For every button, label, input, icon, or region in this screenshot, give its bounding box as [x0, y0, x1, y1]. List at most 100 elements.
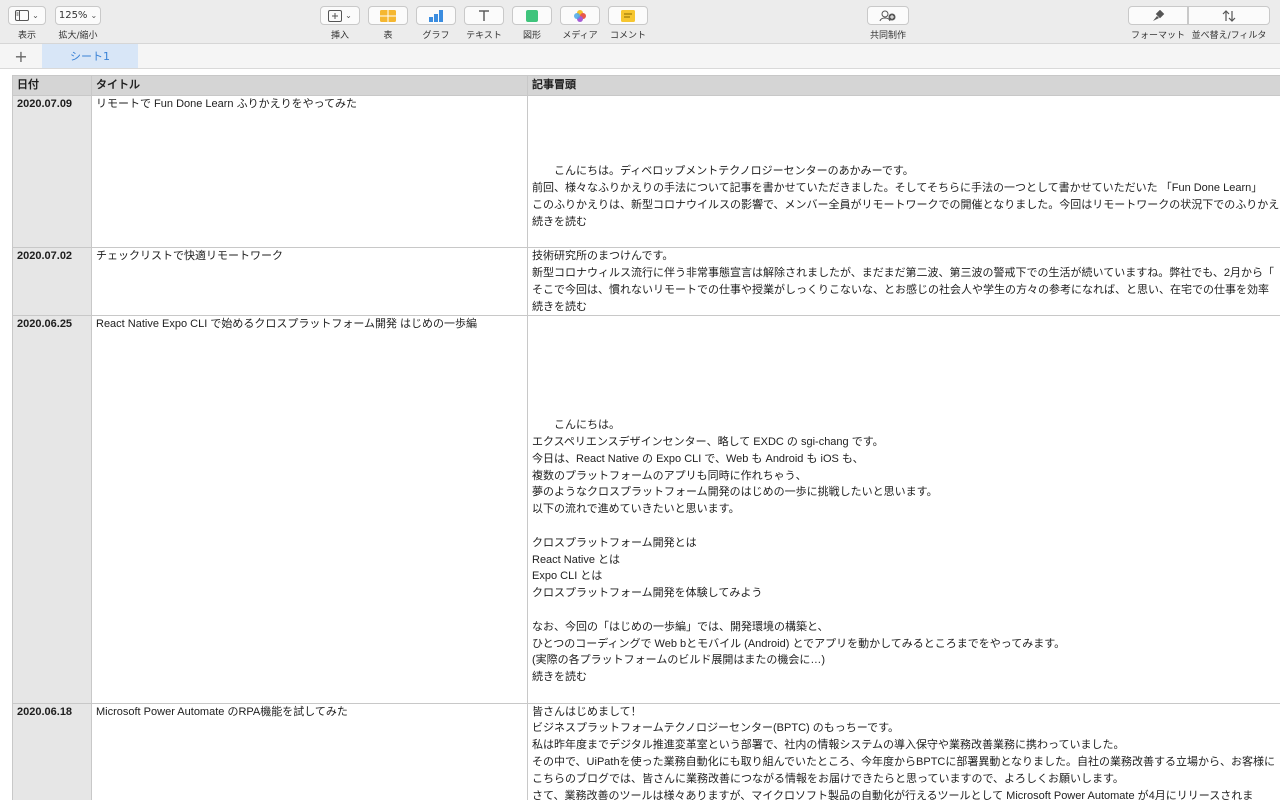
sort-arrows-icon	[1222, 9, 1236, 22]
data-table: 日付 タイトル 記事冒頭 2020.07.09 リモートで Fun Done Le…	[12, 75, 1280, 800]
header-excerpt[interactable]: 記事冒頭	[527, 75, 1280, 96]
excerpt-line	[532, 602, 1280, 619]
media-photos-icon	[574, 9, 586, 22]
excerpt-line	[532, 146, 1280, 163]
comment-control[interactable]: コメント	[608, 6, 648, 41]
cell-date[interactable]: 2020.07.09	[12, 94, 92, 249]
cell-excerpt[interactable]: こんにちは。エクスペリエンスデザインセンター、略して EXDC の sgi-ch…	[527, 315, 1280, 704]
cell-date[interactable]: 2020.06.18	[12, 702, 92, 800]
excerpt-line: エクスペリエンスデザインセンター、略して EXDC の sgi-chang です…	[532, 435, 884, 448]
sort-filter-button[interactable]	[1188, 6, 1270, 25]
excerpt-line	[532, 333, 1280, 350]
insert-plus-icon	[328, 9, 343, 22]
excerpt-line: さて、業務改善のツールは様々ありますが、マイクロソフト製品の自動化が行えるツール…	[532, 789, 1254, 800]
excerpt-line: こんにちは。	[532, 419, 620, 432]
header-date[interactable]: 日付	[12, 75, 92, 96]
media-button[interactable]	[560, 6, 600, 25]
zoom-value: 125%	[58, 10, 88, 21]
cell-date[interactable]: 2020.06.25	[12, 315, 92, 704]
zoom-select[interactable]: 125% ⌄	[55, 6, 101, 25]
chevron-down-icon: ⌄	[345, 11, 352, 20]
cell-title[interactable]: React Native Expo CLI で始めるクロスプラットフォーム開発 …	[91, 315, 528, 704]
text-button[interactable]	[464, 6, 504, 25]
excerpt-line	[532, 130, 1280, 147]
zoom-control[interactable]: 125% ⌄ 拡大/縮小	[55, 6, 101, 41]
tab-sheet1[interactable]: シート1	[42, 44, 138, 68]
sort-filter-label: 並べ替え/フィルタ	[1191, 31, 1267, 41]
format-control[interactable]: フォーマット	[1128, 6, 1188, 41]
media-control[interactable]: メディア	[560, 6, 600, 41]
excerpt-line: 私は昨年度までデジタル推進変革室という部署で、社内の情報システムの導入保守や業務…	[532, 739, 1125, 752]
excerpt-line: こちらのブログでは、皆さんに業務改善につながる情報をお届けできたらと思っています…	[532, 772, 1124, 785]
table-control[interactable]: 表	[368, 6, 408, 41]
header-title[interactable]: タイトル	[91, 75, 528, 96]
excerpt-line	[532, 113, 1280, 130]
shape-control[interactable]: 図形	[512, 6, 552, 41]
table-row: 2020.07.02 チェックリストで快適リモートワーク 技術研究所のまつけんです。…	[12, 247, 1280, 317]
text-icon	[479, 9, 489, 21]
format-label: フォーマット	[1130, 31, 1185, 41]
cell-excerpt[interactable]: こんにちは。ディベロップメントテクノロジーセンターのあかみーです。前回、様々なふ…	[527, 94, 1280, 249]
excerpt-line: Expo CLI とは	[532, 570, 603, 583]
view-control[interactable]: ⌄ 表示	[8, 6, 46, 41]
cell-date[interactable]: 2020.07.02	[12, 247, 92, 317]
cell-title[interactable]: リモートで Fun Done Learn ふりかえりをやってみた	[91, 94, 528, 249]
sidebar-view-icon	[15, 10, 30, 21]
excerpt-line	[532, 350, 1280, 367]
text-label: テキスト	[466, 31, 502, 41]
cell-excerpt[interactable]: 技術研究所のまつけんです。新型コロナウィルス流行に伴う非常事態宣言は解除されまし…	[527, 247, 1280, 317]
excerpt-line: なお、今回の「はじめの一歩編」では、開発環境の構築と、	[532, 620, 829, 633]
shape-button[interactable]	[512, 6, 552, 25]
insert-control[interactable]: ⌄ 挿入	[320, 6, 360, 41]
excerpt-line: ビジネスプラットフォームテクノロジーセンター(BPTC) のもっちーです。	[532, 722, 899, 735]
excerpt-line	[532, 384, 1280, 401]
excerpt-line: 技術研究所のまつけんです。	[532, 250, 674, 263]
cell-title[interactable]: チェックリストで快適リモートワーク	[91, 247, 528, 317]
table-button[interactable]	[368, 6, 408, 25]
excerpt-line: こんにちは。ディベロップメントテクノロジーセンターのあかみーです。	[532, 165, 914, 178]
collaborate-button[interactable]	[867, 6, 909, 25]
collaborate-control[interactable]: 共同制作	[867, 6, 909, 41]
collaborate-icon	[879, 10, 896, 21]
sheet-canvas[interactable]: 日付 タイトル 記事冒頭 2020.07.09 リモートで Fun Done Le…	[0, 69, 1280, 800]
excerpt-line: そこで今回は、慣れないリモートでの仕事や授業がしっくりこないな、とお感じの社会人…	[532, 283, 1269, 296]
paintbrush-icon	[1153, 9, 1165, 21]
excerpt-line: (実際の各プラットフォームのビルド展開はまたの機会に…)	[532, 654, 825, 667]
view-button[interactable]: ⌄	[8, 6, 46, 25]
toolbar: ⌄ 表示 125% ⌄ 拡大/縮小 ⌄ 挿入 表 グラフ テキスト 図形 メディ…	[0, 0, 1280, 44]
comment-label: コメント	[609, 31, 646, 41]
excerpt-line	[532, 400, 1280, 417]
excerpt-line	[532, 686, 1280, 702]
excerpt-line	[532, 317, 1280, 333]
zoom-label: 拡大/縮小	[58, 31, 98, 41]
sort-filter-control[interactable]: 並べ替え/フィルタ	[1188, 6, 1270, 41]
excerpt-line: 以下の流れで進めていきたいと思います。	[532, 503, 740, 516]
shape-icon	[526, 9, 538, 22]
bar-chart-icon	[429, 9, 443, 22]
header-row: 日付 タイトル 記事冒頭	[12, 75, 1280, 96]
cell-title[interactable]: Microsoft Power Automate のRPA機能を試してみた	[91, 702, 528, 800]
insert-button[interactable]: ⌄	[320, 6, 360, 25]
excerpt-line: 続きを読む	[532, 300, 587, 313]
cell-excerpt[interactable]: 皆さんはじめまして！ ビジネスプラットフォームテクノロジーセンター(BPTC) の…	[527, 702, 1280, 800]
chevron-down-icon: ⌄	[32, 11, 39, 20]
add-sheet-button[interactable]: +	[12, 46, 30, 66]
excerpt-line: 新型コロナウィルス流行に伴う非常事態宣言は解除されましたが、まだまだ第二波、第三…	[532, 266, 1275, 279]
excerpt-line: その中で、UiPathを使った業務自動化にも取り組んでいたところ、今年度からBP…	[532, 756, 1276, 769]
text-control[interactable]: テキスト	[464, 6, 504, 41]
table-label: 表	[383, 31, 393, 41]
excerpt-line: 続きを読む	[532, 215, 587, 228]
comment-button[interactable]	[608, 6, 648, 25]
table-body: 2020.07.09 リモートで Fun Done Learn ふりかえりをやって…	[12, 94, 1280, 800]
excerpt-line: クロスプラットフォーム開発とは	[532, 536, 697, 549]
excerpt-line: 今日は、React Native の Expo CLI で、Web も Andr…	[532, 452, 864, 465]
chart-control[interactable]: グラフ	[416, 6, 456, 41]
excerpt-line: 前回、様々なふりかえりの手法について記事を書かせていただきました。そしてそちらに…	[532, 181, 1263, 194]
excerpt-line	[532, 367, 1280, 384]
excerpt-line: ひとつのコーディングで Web bとモバイル (Android) とでアプリを動…	[532, 637, 1066, 650]
format-button[interactable]	[1128, 6, 1188, 25]
excerpt-line	[532, 518, 1280, 535]
excerpt-line: クロスプラットフォーム開発を体験してみよう	[532, 587, 763, 600]
chart-button[interactable]	[416, 6, 456, 25]
excerpt-line: React Native とは	[532, 553, 621, 566]
